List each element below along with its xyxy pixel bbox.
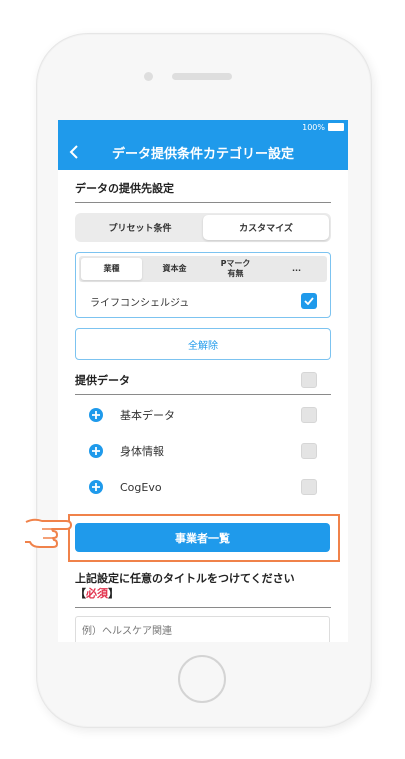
highlight-box — [68, 514, 340, 562]
category-tab-more[interactable]: ... — [266, 256, 327, 282]
data-item-cogevo: CogEvo — [58, 469, 348, 505]
clear-all-button[interactable]: 全解除 — [75, 328, 331, 360]
title-field-label: 上記設定に任意のタイトルをつけてください 【必須】 — [75, 571, 335, 601]
category-tabs: 業種 資本金 Pマーク 有無 ... — [79, 256, 327, 282]
title-divider — [75, 607, 331, 608]
home-button[interactable] — [178, 655, 226, 703]
section-divider — [75, 394, 331, 395]
data-item-body: 身体情報 — [58, 433, 348, 469]
category-item-label: ライフコンシェルジュ — [90, 297, 190, 309]
provider-section-title: データの提供先設定 — [75, 182, 174, 195]
data-item-basic: 基本データ — [58, 397, 348, 433]
data-item-checkbox[interactable] — [301, 407, 317, 423]
data-item-checkbox[interactable] — [301, 443, 317, 459]
camera-dot — [144, 72, 153, 81]
battery-icon — [328, 123, 344, 131]
section-divider — [75, 202, 331, 203]
check-icon — [304, 297, 314, 305]
title-field-label-text: 上記設定に任意のタイトルをつけてください — [75, 572, 295, 585]
data-item-label: CogEvo — [120, 480, 162, 494]
category-tab-industry[interactable]: 業種 — [81, 258, 142, 280]
category-tab-pmark[interactable]: Pマーク 有無 — [205, 256, 266, 282]
custom-tab[interactable]: カスタマイズ — [203, 215, 329, 240]
data-section-title: 提供データ — [75, 374, 130, 387]
status-bar: 100% — [58, 120, 348, 134]
page-title: データ提供条件カテゴリー設定 — [111, 146, 294, 162]
preset-tab[interactable]: プリセット条件 — [77, 215, 203, 240]
speaker-grille — [172, 73, 232, 80]
nav-header: データ提供条件カテゴリー設定 — [58, 134, 348, 170]
data-item-label: 基本データ — [120, 409, 175, 422]
expand-plus-icon[interactable] — [89, 444, 103, 458]
required-bracket-close: 】 — [108, 587, 119, 600]
category-item-checkbox[interactable] — [301, 293, 317, 309]
category-item: ライフコンシェルジュ — [76, 285, 330, 317]
title-input[interactable] — [75, 616, 330, 642]
category-tab-capital[interactable]: 資本金 — [144, 256, 205, 282]
battery-percent: 100% — [302, 122, 325, 132]
pointing-hand-icon — [25, 518, 72, 548]
required-bracket-open: 【 — [75, 587, 86, 600]
condition-mode-toggle: プリセット条件 カスタマイズ — [75, 213, 331, 242]
data-item-checkbox[interactable] — [301, 479, 317, 495]
app-screen: 100% データ提供条件カテゴリー設定 データの提供先設定 プリセット条件 カス… — [58, 120, 348, 642]
expand-plus-icon[interactable] — [89, 408, 103, 422]
data-item-label: 身体情報 — [120, 445, 164, 458]
required-badge: 必須 — [86, 587, 108, 600]
expand-plus-icon[interactable] — [89, 480, 103, 494]
data-section-header: 提供データ — [58, 360, 348, 394]
back-chevron-icon[interactable] — [66, 143, 82, 161]
data-select-all-checkbox[interactable] — [301, 372, 317, 388]
category-panel: 業種 資本金 Pマーク 有無 ... ライフコンシェルジュ — [75, 252, 331, 318]
